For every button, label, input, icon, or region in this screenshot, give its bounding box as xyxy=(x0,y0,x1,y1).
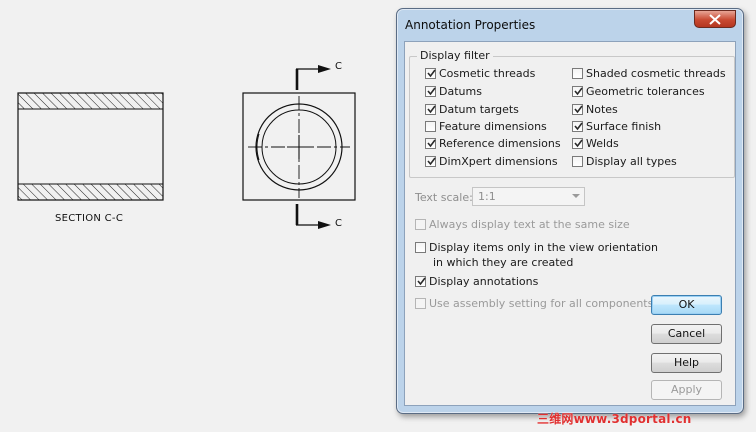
filter-datum-targets-checkbox[interactable]: Datum targets xyxy=(425,103,519,116)
display-only-view-orientation-checkbox[interactable]: Display items only in the view orientati… xyxy=(415,241,658,254)
filter-reference-dimensions-checkbox[interactable]: Reference dimensions xyxy=(425,137,561,150)
checkbox-box xyxy=(572,156,583,167)
filter-welds-label: Welds xyxy=(586,137,619,150)
filter-shaded-cosmetic-threads-checkbox[interactable]: Shaded cosmetic threads xyxy=(572,67,726,80)
ok-button[interactable]: OK xyxy=(651,295,722,315)
filter-display-all-types-label: Display all types xyxy=(586,155,677,168)
filter-notes-label: Notes xyxy=(586,103,618,116)
section-cc-view[interactable] xyxy=(17,92,164,201)
help-button[interactable]: Help xyxy=(651,353,722,373)
cut-label-bottom: C xyxy=(335,218,342,229)
filter-shaded-cosmetic-threads-label: Shaded cosmetic threads xyxy=(586,67,726,80)
filter-feature-dimensions-label: Feature dimensions xyxy=(439,120,547,133)
display-only-view-label-line1: Display items only in the view orientati… xyxy=(429,241,658,254)
section-label: SECTION C-C xyxy=(55,213,124,224)
display-annotations-label: Display annotations xyxy=(429,275,539,288)
filter-geometric-tolerances-label: Geometric tolerances xyxy=(586,85,705,98)
checkbox-box xyxy=(425,104,436,115)
filter-dimxpert-dimensions-checkbox[interactable]: DimXpert dimensions xyxy=(425,155,558,168)
front-view[interactable] xyxy=(242,92,356,201)
text-scale-value: 1:1 xyxy=(478,190,496,203)
checkbox-box xyxy=(425,86,436,97)
display-only-view-label-line2: in which they are created xyxy=(433,256,574,269)
cutting-plane-top[interactable] xyxy=(295,65,331,90)
filter-datums-checkbox[interactable]: Datums xyxy=(425,85,482,98)
checkbox-box xyxy=(572,86,583,97)
checkbox-box xyxy=(572,104,583,115)
filter-datums-label: Datums xyxy=(439,85,482,98)
filter-notes-checkbox[interactable]: Notes xyxy=(572,103,618,116)
filter-cosmetic-threads-label: Cosmetic threads xyxy=(439,67,536,80)
filter-surface-finish-label: Surface finish xyxy=(586,120,662,133)
filter-welds-checkbox[interactable]: Welds xyxy=(572,137,619,150)
dialog-title: Annotation Properties xyxy=(405,18,536,32)
checkbox-box xyxy=(425,156,436,167)
cut-label-top: C xyxy=(335,61,342,72)
text-scale-select[interactable]: 1:1 xyxy=(472,187,585,206)
site-watermark: 三维网www.3dportal.cn xyxy=(537,412,692,426)
cutting-plane-bottom[interactable] xyxy=(295,204,331,229)
filter-datum-targets-label: Datum targets xyxy=(439,103,519,116)
filter-cosmetic-threads-checkbox[interactable]: Cosmetic threads xyxy=(425,67,535,80)
filter-dimxpert-dimensions-label: DimXpert dimensions xyxy=(439,155,558,168)
checkbox-box xyxy=(425,121,436,132)
chevron-down-icon xyxy=(572,194,580,198)
display-annotations-checkbox[interactable]: Display annotations xyxy=(415,275,538,288)
drawing-sheet: C C SECTION C-C xyxy=(0,0,400,432)
apply-button[interactable]: Apply xyxy=(651,380,722,400)
checkbox-box xyxy=(425,138,436,149)
filter-geometric-tolerances-checkbox[interactable]: Geometric tolerances xyxy=(572,85,705,98)
use-assembly-setting-label: Use assembly setting for all components xyxy=(429,297,654,310)
filter-feature-dimensions-checkbox[interactable]: Feature dimensions xyxy=(425,120,547,133)
close-button[interactable] xyxy=(694,10,736,28)
annotation-properties-dialog: Annotation Properties Display filter Cos… xyxy=(396,8,744,414)
always-same-size-checkbox[interactable]: Always display text at the same size xyxy=(415,218,630,231)
use-assembly-setting-checkbox[interactable]: Use assembly setting for all components xyxy=(415,297,653,310)
filter-display-all-types-checkbox[interactable]: Display all types xyxy=(572,155,677,168)
checkbox-box xyxy=(572,138,583,149)
close-icon xyxy=(709,14,721,25)
dialog-client-area: Display filter Cosmetic threads Datums Dat… xyxy=(404,41,736,406)
text-scale-label: Text scale: xyxy=(415,191,473,204)
cancel-button[interactable]: Cancel xyxy=(651,324,722,344)
checkbox-box xyxy=(572,121,583,132)
display-filter-legend: Display filter xyxy=(417,49,493,62)
filter-surface-finish-checkbox[interactable]: Surface finish xyxy=(572,120,661,133)
checkbox-box xyxy=(572,68,583,79)
checkbox-box xyxy=(425,68,436,79)
always-same-size-label: Always display text at the same size xyxy=(429,218,630,231)
filter-reference-dimensions-label: Reference dimensions xyxy=(439,137,561,150)
